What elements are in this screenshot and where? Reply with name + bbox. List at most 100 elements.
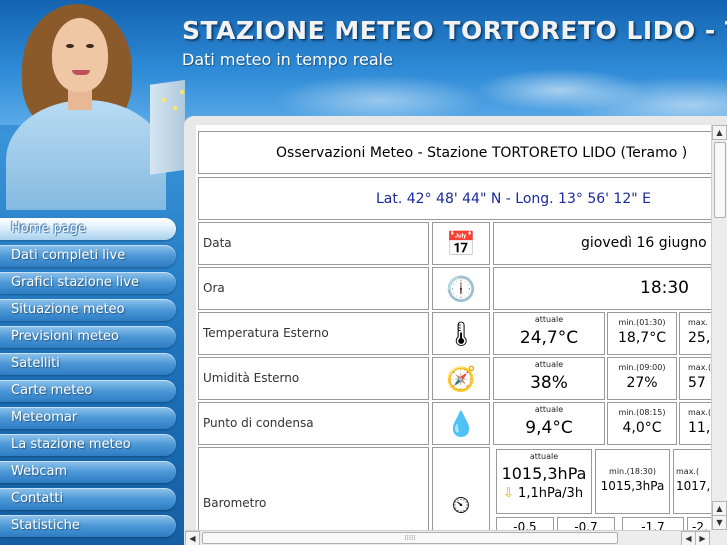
temperature-min-cell: min.(01:30) 18,7°C [607, 312, 677, 355]
row-label-condensa: Punto di condensa [198, 402, 429, 445]
barometer-icon: ⏲ [451, 491, 471, 519]
barometer-current-value: 1015,3hPa [501, 464, 587, 483]
nav-item-previsioni-meteo[interactable]: Previsioni meteo [0, 326, 176, 348]
scroll-up-button[interactable]: ▲ [712, 125, 727, 140]
nav-item-grafici-stazione-live[interactable]: Grafici stazione live [0, 272, 176, 294]
temperature-current-cell: attuale 24,7°C [493, 312, 605, 355]
site-title: STAZIONE METEO TORTORETO LIDO - TE [182, 16, 727, 45]
barometer-min-value: 1015,3hPa [600, 479, 665, 493]
barometer-max-value: 1017, [676, 479, 711, 493]
row-label-ora: Ora [198, 267, 429, 310]
humidity-current-cell: attuale 38% [493, 357, 605, 400]
observations-panel: Osservazioni Meteo - Stazione TORTORETO … [196, 125, 711, 530]
nav-item-statistiche[interactable]: Statistiche [0, 515, 176, 537]
woman-jacket-shape [6, 100, 166, 210]
woman-face-shape [52, 18, 108, 92]
row-label-barometro: Barometro [198, 447, 429, 530]
humidity-min-cell: min.(09:00) 27% [607, 357, 677, 400]
nav-item-webcam[interactable]: Webcam [0, 461, 176, 483]
star-icon: ★ [160, 96, 169, 106]
scrollbar-corner [711, 530, 727, 545]
clock-icon: 🕕 [446, 275, 476, 303]
temperature-current-value: 24,7°C [519, 328, 579, 348]
min-label: min.(08:15) [618, 408, 666, 417]
dewpoint-max-cell: max.( 11,0 [679, 402, 711, 445]
scroll-left-button[interactable]: ◀ [185, 531, 200, 545]
row-label-umidita: Umidità Esterno [198, 357, 429, 400]
humidity-min-value: 27% [626, 375, 658, 391]
nav-item-meteomar[interactable]: Meteomar [0, 407, 176, 429]
hygrometer-icon: 🧭 [446, 365, 476, 393]
nav-item-dati-completi-live[interactable]: Dati completi live [0, 245, 176, 267]
nav-item-contatti[interactable]: Contatti [0, 488, 176, 510]
pressure-diff-cell: -1,7 [622, 517, 684, 530]
time-value: 18:30 [493, 267, 711, 310]
pressure-diff-cell: -0,7 [557, 517, 615, 530]
woman-eye-shape [66, 44, 74, 48]
woman-eye-shape [86, 44, 94, 48]
row-label-temperatura: Temperatura Esterno [198, 312, 429, 355]
nav-item-la-stazione-meteo[interactable]: La stazione meteo [0, 434, 176, 456]
dewpoint-min-value: 4,0°C [622, 420, 662, 436]
nav-item-carte-meteo[interactable]: Carte meteo [0, 380, 176, 402]
dewpoint-max-value: 11,0 [688, 420, 711, 436]
max-label: max.( [676, 467, 700, 476]
row-icon-cell: 🧭 [432, 357, 490, 400]
vertical-scroll-thumb[interactable] [714, 142, 726, 218]
min-label: min.(09:00) [618, 363, 666, 372]
main-navigation: Home page Dati completi live Grafici sta… [0, 218, 182, 542]
barometer-trend: ⇩ 1,1hPa/3h [497, 486, 591, 501]
horizontal-scroll-thumb[interactable]: ⁞⁞⁞⁞⁞ [202, 532, 618, 544]
temperature-max-value: 25,4 [688, 330, 711, 346]
nav-item-satelliti[interactable]: Satelliti [0, 353, 176, 375]
row-icon-cell: ⏲ [432, 447, 490, 530]
current-label: attuale [534, 405, 564, 414]
horizontal-scrollbar[interactable]: ◀ ⁞⁞⁞⁞⁞ ◀ ▶ [185, 530, 711, 545]
barometer-values-cell: attuale 1015,3hPa ⇩ 1,1hPa/3h min.(18:30… [493, 447, 711, 530]
temperature-max-cell: max. 25,4 [679, 312, 711, 355]
date-value: giovedì 16 giugno [493, 222, 711, 265]
nav-item-situazione-meteo[interactable]: Situazione meteo [0, 299, 176, 321]
barometer-min-cell: min.(18:30) 1015,3hPa [595, 449, 670, 514]
dewpoint-min-cell: min.(08:15) 4,0°C [607, 402, 677, 445]
row-icon-cell: 🌡 [432, 312, 490, 355]
scroll-right-button[interactable]: ▶ [695, 531, 710, 545]
star-icon: ★ [178, 88, 185, 98]
observations-title: Osservazioni Meteo - Stazione TORTORETO … [198, 131, 711, 174]
water-splash-icon: 💧 [446, 410, 476, 438]
station-coordinates: Lat. 42° 48' 44" N - Long. 13° 56' 12" E [198, 177, 711, 220]
row-icon-cell: 📅 [432, 222, 490, 265]
humidity-max-value: 57 [688, 375, 706, 391]
scroll-down-button[interactable]: ▼ [712, 515, 727, 530]
scroll-left-button[interactable]: ◀ [681, 531, 696, 545]
dewpoint-current-cell: attuale 9,4°C [493, 402, 605, 445]
min-label: min.(01:30) [618, 318, 666, 327]
row-icon-cell: 🕕 [432, 267, 490, 310]
star-icon: ★ [171, 104, 180, 114]
nav-item-home-page[interactable]: Home page [0, 218, 176, 240]
dewpoint-current-value: 9,4°C [525, 418, 573, 438]
barometer-current-cell: attuale 1015,3hPa ⇩ 1,1hPa/3h [496, 449, 592, 514]
current-label: attuale [534, 360, 564, 369]
max-label: max.( [688, 363, 711, 372]
barometer-trend-value: 1,1hPa/3h [518, 486, 584, 501]
vertical-scrollbar[interactable]: ▲ ▲ ▼ [711, 125, 727, 530]
current-label: attuale [534, 315, 564, 324]
min-label: min.(18:30) [609, 467, 656, 476]
scroll-up-button[interactable]: ▲ [712, 501, 727, 516]
max-label: max.( [688, 408, 711, 417]
calendar-icon: 📅 [446, 230, 476, 258]
humidity-current-value: 38% [530, 373, 568, 393]
temperature-min-value: 18,7°C [618, 330, 666, 346]
row-icon-cell: 💧 [432, 402, 490, 445]
current-label: attuale [529, 452, 559, 461]
barometer-max-cell: max.( 1017, [673, 449, 711, 514]
header-illustration: ★ ★ ★ [0, 0, 185, 210]
max-label: max. [688, 318, 708, 327]
woman-mouth-shape [72, 70, 90, 75]
pressure-diff-cell: -0,5 [496, 517, 554, 530]
arrow-down-icon: ⇩ [503, 486, 514, 501]
pressure-diff-cell: -2, [687, 517, 711, 530]
thermometer-icon: 🌡 [445, 320, 477, 348]
site-subtitle: Dati meteo in tempo reale [182, 50, 393, 69]
